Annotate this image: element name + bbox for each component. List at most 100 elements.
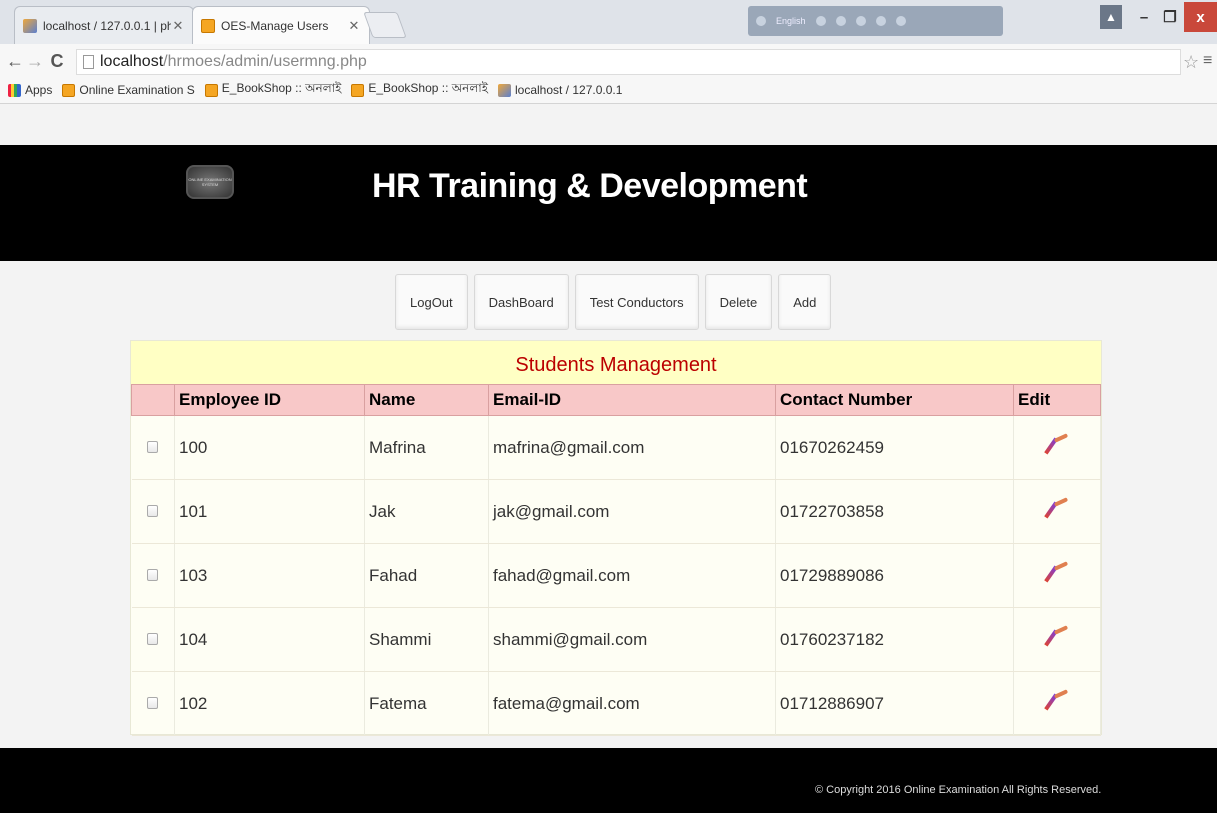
table-row: 101 Jak jak@gmail.com 01722703858: [131, 479, 1101, 544]
row-checkbox[interactable]: [147, 440, 159, 453]
copyright-text: © Copyright 2016 Online Examination All …: [815, 784, 1102, 796]
bookmark-label: E_BookShop :: অনলাই: [221, 81, 342, 95]
contact-cell: 01712886907: [775, 671, 1014, 736]
close-tab-icon[interactable]: ✕: [347, 18, 361, 34]
address-bar[interactable]: localhost /hrmoes/admin/usermng.php: [76, 49, 1181, 75]
tray-icon[interactable]: [815, 16, 826, 26]
site-logo[interactable]: ONLINE EXAMINATION SYSTEM: [186, 165, 234, 199]
language-indicator[interactable]: English: [776, 16, 806, 26]
bookmark-label: Online Examination S: [79, 83, 195, 97]
bookmark-ebookshop[interactable]: E_BookShop :: অনলাই: [204, 80, 342, 100]
page-title: HR Training & Development: [372, 167, 808, 205]
user-profile-button[interactable]: ▲: [1100, 5, 1122, 29]
name-cell: Shammi: [364, 607, 489, 672]
name-cell: Jak: [364, 479, 489, 544]
logo-text: ONLINE EXAMINATION SYSTEM: [188, 177, 232, 187]
bookmark-label: localhost / 127.0.0.1: [514, 83, 623, 97]
add-button[interactable]: Add: [778, 274, 832, 330]
users-table: Employee ID Name Email-ID Contact Number…: [131, 384, 1101, 736]
edit-cell: [1013, 415, 1101, 480]
column-header-contact: Contact Number: [775, 384, 1014, 416]
select-cell: [131, 479, 175, 544]
oes-icon: [201, 18, 215, 33]
employee-id-cell: 103: [174, 543, 365, 608]
tab-title: localhost / 127.0.0.1 | php: [43, 18, 171, 33]
dashboard-button[interactable]: DashBoard: [473, 274, 569, 330]
table-row: 102 Fatema fatema@gmail.com 01712886907: [131, 671, 1101, 736]
tray-icon[interactable]: [855, 16, 866, 26]
apps-icon: [8, 83, 21, 97]
tray-icon[interactable]: [756, 16, 766, 26]
column-header-name: Name: [364, 384, 489, 416]
name-cell: Fahad: [364, 543, 489, 608]
email-cell: jak@gmail.com: [488, 479, 776, 544]
tray-icon[interactable]: [835, 16, 846, 26]
row-checkbox[interactable]: [147, 696, 159, 709]
row-checkbox[interactable]: [147, 504, 159, 517]
delete-button[interactable]: Delete: [704, 274, 773, 330]
email-cell: fahad@gmail.com: [488, 543, 776, 608]
page-icon: [83, 55, 94, 69]
phpmyadmin-icon: [497, 83, 511, 97]
tray-icon[interactable]: [895, 16, 906, 26]
column-header-email: Email-ID: [488, 384, 776, 416]
contact-cell: 01729889086: [775, 543, 1014, 608]
oes-icon: [204, 83, 218, 97]
select-cell: [131, 415, 175, 480]
oes-icon: [62, 83, 76, 97]
edit-cell: [1013, 671, 1101, 736]
phpmyadmin-icon: [23, 18, 37, 33]
system-tray: English: [748, 6, 1003, 36]
email-cell: mafrina@gmail.com: [488, 415, 776, 480]
column-header-employee-id: Employee ID: [174, 384, 365, 416]
oes-icon: [351, 83, 365, 97]
edit-pencil-icon[interactable]: [1045, 433, 1069, 457]
edit-pencil-icon[interactable]: [1045, 689, 1069, 713]
students-management-panel: Students Management Employee ID Name Ema…: [130, 340, 1102, 736]
edit-pencil-icon[interactable]: [1045, 561, 1069, 585]
edit-cell: [1013, 479, 1101, 544]
bookmark-localhost[interactable]: localhost / 127.0.0.1: [497, 83, 623, 97]
table-row: 100 Mafrina mafrina@gmail.com 0167026245…: [131, 415, 1101, 480]
select-cell: [131, 607, 175, 672]
browser-toolbar: ← → C localhost /hrmoes/admin/usermng.ph…: [0, 44, 1217, 104]
close-window-button[interactable]: x: [1184, 2, 1217, 32]
table-row: 103 Fahad fahad@gmail.com 01729889086: [131, 543, 1101, 608]
bookmark-apps[interactable]: Apps: [8, 83, 52, 97]
maximize-button[interactable]: ❐: [1158, 2, 1182, 32]
forward-arrow-icon[interactable]: →: [26, 50, 44, 72]
admin-nav: LogOut DashBoard Test Conductors Delete …: [395, 274, 832, 330]
site-footer: © Copyright 2016 Online Examination All …: [0, 748, 1217, 813]
minimize-button[interactable]: –: [1132, 2, 1156, 32]
tray-icon[interactable]: [875, 16, 886, 26]
row-checkbox[interactable]: [147, 632, 159, 645]
back-arrow-icon[interactable]: ←: [6, 50, 24, 72]
bookmark-label: E_BookShop :: অনলাই: [368, 81, 488, 95]
edit-cell: [1013, 543, 1101, 608]
employee-id-cell: 100: [174, 415, 365, 480]
test-conductors-button[interactable]: Test Conductors: [574, 274, 699, 330]
edit-pencil-icon[interactable]: [1045, 625, 1069, 649]
logout-button[interactable]: LogOut: [395, 274, 468, 330]
bookmark-online-examination[interactable]: Online Examination S: [62, 83, 195, 97]
select-cell: [131, 671, 175, 736]
row-checkbox[interactable]: [147, 568, 159, 581]
tab-phpmyadmin[interactable]: localhost / 127.0.0.1 | php ✕: [14, 6, 194, 44]
bookmark-ebookshop-2[interactable]: E_BookShop :: অনলাই: [351, 80, 488, 100]
url-host: localhost: [100, 53, 164, 70]
bookmark-star-icon[interactable]: ☆: [1183, 52, 1199, 73]
tab-title: OES-Manage Users: [221, 18, 329, 33]
tab-manage-users[interactable]: OES-Manage Users ✕: [192, 6, 370, 44]
menu-icon[interactable]: ≡: [1203, 52, 1212, 70]
employee-id-cell: 101: [174, 479, 365, 544]
select-cell: [131, 543, 175, 608]
close-tab-icon[interactable]: ✕: [171, 18, 185, 34]
contact-cell: 01760237182: [775, 607, 1014, 672]
reload-icon[interactable]: C: [48, 50, 66, 72]
panel-title: Students Management: [131, 341, 1101, 384]
browser-tab-strip: localhost / 127.0.0.1 | php ✕ OES-Manage…: [0, 0, 1217, 44]
contact-cell: 01722703858: [775, 479, 1014, 544]
edit-pencil-icon[interactable]: [1045, 497, 1069, 521]
email-cell: shammi@gmail.com: [488, 607, 776, 672]
email-cell: fatema@gmail.com: [488, 671, 776, 736]
